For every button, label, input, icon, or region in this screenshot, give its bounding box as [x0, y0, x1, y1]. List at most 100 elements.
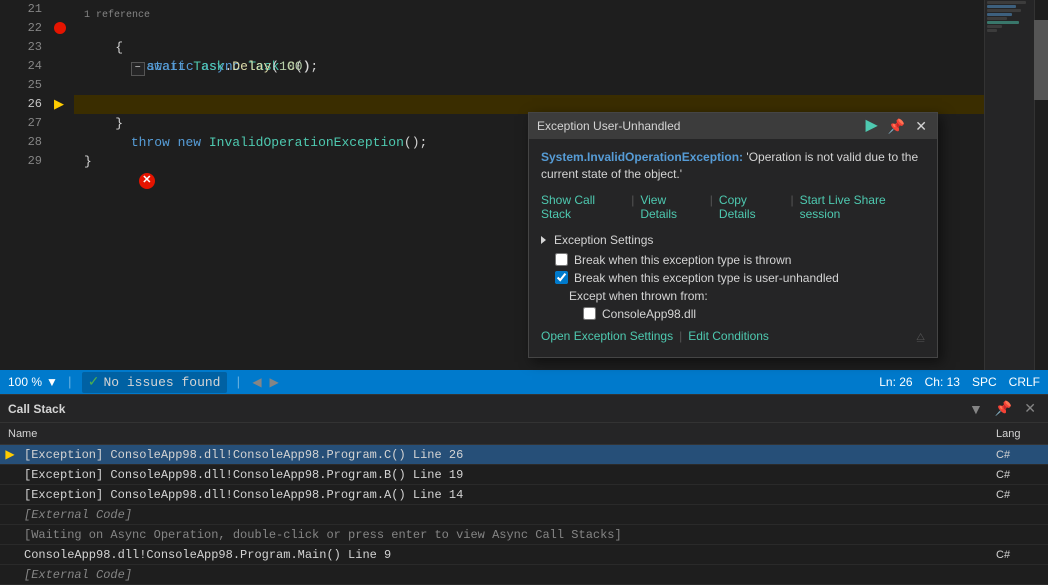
encoding-status: SPC	[972, 375, 997, 389]
line-num-26: 26	[0, 95, 42, 114]
line-num-22: 22	[0, 19, 42, 38]
line-num-28: 28	[0, 133, 42, 152]
popup-actions: ▶ 📌 ✕	[864, 118, 929, 134]
live-share-link[interactable]: Start Live Share session	[800, 193, 925, 221]
table-row[interactable]: ▶ [Exception] ConsoleApp98.dll!ConsoleAp…	[0, 445, 1048, 465]
status-bar: 100 % ▼ | ✓ No issues found | ◀ ▶ Ln: 26…	[0, 370, 1048, 394]
line-numbers: 21 22 23 24 25 26 27 28 29	[0, 0, 50, 370]
zoom-item[interactable]: 100 % ▼	[8, 375, 58, 389]
exception-links: Show Call Stack | View Details | Copy De…	[541, 193, 925, 221]
console-dll-label: ConsoleApp98.dll	[602, 307, 696, 321]
checkbox-row-1: Break when this exception type is thrown	[541, 253, 925, 267]
line-num-25: 25	[0, 76, 42, 95]
row-lang-2: C#	[988, 489, 1048, 501]
table-header: Name Lang	[0, 423, 1048, 445]
call-stack-panel: Call Stack ▼ 📌 ✕ Name Lang ▶ [Exception]…	[0, 394, 1048, 556]
nav-next[interactable]: ▶	[268, 375, 281, 390]
error-icon[interactable]: ✕	[139, 173, 155, 189]
bottom-links-left: Open Exception Settings | Edit Condition…	[541, 329, 769, 343]
status-sep2: |	[235, 375, 243, 390]
table-row[interactable]: ConsoleApp98.dll!ConsoleApp98.Program.Ma…	[0, 545, 1048, 565]
code-line-25	[74, 76, 1048, 95]
console-dll-checkbox[interactable]	[583, 307, 596, 320]
row-lang-1: C#	[988, 469, 1048, 481]
edit-conditions-link[interactable]: Edit Conditions	[688, 329, 769, 343]
line-num-23: 23	[0, 38, 42, 57]
table-row[interactable]: [Exception] ConsoleApp98.dll!ConsoleApp9…	[0, 485, 1048, 505]
popup-header: Exception User-Unhandled ▶ 📌 ✕	[529, 113, 937, 139]
code-line-24: await Task.Delay(100);	[74, 57, 1048, 76]
exception-type: System.InvalidOperationException:	[541, 150, 743, 164]
row-name-5: ConsoleApp98.dll!ConsoleApp98.Program.Ma…	[20, 548, 988, 562]
col-lang: Lang	[988, 428, 1048, 440]
break-on-thrown-label: Break when this exception type is thrown	[574, 253, 791, 267]
close-popup-button[interactable]: ✕	[913, 119, 929, 133]
sep3: |	[790, 193, 793, 221]
nav-arrows: ◀ ▶	[250, 375, 280, 390]
break-on-unhandled-checkbox[interactable]	[555, 271, 568, 284]
panel-close-btn[interactable]: ✕	[1020, 398, 1040, 419]
zoom-value: 100 %	[8, 375, 42, 389]
popup-title: Exception User-Unhandled	[537, 119, 680, 133]
line-ending-status: CRLF	[1009, 375, 1040, 389]
row-lang-5: C#	[988, 549, 1048, 561]
minimap	[984, 0, 1034, 370]
settings-title: Exception Settings	[554, 233, 653, 247]
break-on-thrown-checkbox[interactable]	[555, 253, 568, 266]
row-lang-0: C#	[988, 449, 1048, 461]
break-on-unhandled-label: Break when this exception type is user-u…	[574, 271, 839, 285]
row-name-2: [Exception] ConsoleApp98.dll!ConsoleApp9…	[20, 488, 988, 502]
exception-popup: Exception User-Unhandled ▶ 📌 ✕ System.In…	[528, 112, 938, 358]
ref-hint: 1 reference	[84, 6, 150, 25]
ln-status: Ln: 26	[879, 375, 912, 389]
copy-details-link[interactable]: Copy Details	[719, 193, 785, 221]
sep2: |	[710, 193, 713, 221]
panel-down-btn[interactable]: ▼	[965, 399, 987, 419]
nav-prev[interactable]: ◀	[250, 375, 263, 390]
row-name-4: [Waiting on Async Operation, double-clic…	[20, 528, 988, 542]
no-issues-item[interactable]: ✓ No issues found	[82, 372, 227, 393]
code-line-22: 1 reference −static async Task C()	[74, 19, 1048, 38]
breakpoint-dot[interactable]	[54, 22, 66, 34]
row-name-0: [Exception] ConsoleApp98.dll!ConsoleApp9…	[20, 448, 988, 462]
panel-header: Call Stack ▼ 📌 ✕	[0, 395, 1048, 423]
line-num-29: 29	[0, 152, 42, 171]
scroll-map[interactable]	[1034, 0, 1048, 370]
zoom-arrow: ▼	[46, 375, 58, 389]
execution-arrow: ▶	[54, 95, 64, 114]
check-icon: ✓	[88, 374, 100, 391]
view-details-link[interactable]: View Details	[640, 193, 703, 221]
table-row[interactable]: [Exception] ConsoleApp98.dll!ConsoleApp9…	[0, 465, 1048, 485]
panel-actions: ▼ 📌 ✕	[965, 398, 1040, 419]
code-line-21	[74, 0, 1048, 19]
panel-pin-btn[interactable]: 📌	[991, 398, 1016, 419]
popup-body: System.InvalidOperationException: 'Opera…	[529, 139, 937, 357]
open-exception-settings-link[interactable]: Open Exception Settings	[541, 329, 673, 343]
run-button[interactable]: ▶	[864, 118, 880, 134]
console-dll-row: ConsoleApp98.dll	[541, 307, 925, 321]
line-num-24: 24	[0, 57, 42, 76]
editor-area: 21 22 23 24 25 26 27 28 29 ▶ 1 reference…	[0, 0, 1048, 370]
line-num-27: 27	[0, 114, 42, 133]
status-sep1: |	[66, 375, 74, 390]
sep1: |	[631, 193, 634, 221]
table-row[interactable]: [External Code]	[0, 505, 1048, 525]
bottom-links: Open Exception Settings | Edit Condition…	[541, 329, 925, 347]
settings-section: Exception Settings Break when this excep…	[541, 233, 925, 347]
sep4: |	[679, 329, 682, 343]
row-name-1: [Exception] ConsoleApp98.dll!ConsoleApp9…	[20, 468, 988, 482]
table-row[interactable]: [Waiting on Async Operation, double-clic…	[0, 525, 1048, 545]
scroll-indicator[interactable]	[1034, 20, 1048, 100]
resize-handle[interactable]: ⧋	[916, 332, 925, 343]
pin-button[interactable]: 📌	[886, 119, 907, 133]
no-issues-text: No issues found	[103, 375, 220, 390]
exception-message: System.InvalidOperationException: 'Opera…	[541, 149, 925, 183]
code-line-23: {	[74, 38, 1048, 57]
col-name: Name	[0, 428, 988, 440]
checkbox-row-2: Break when this exception type is user-u…	[541, 271, 925, 285]
table-row[interactable]: [External Code]	[0, 565, 1048, 585]
show-call-stack-link[interactable]: Show Call Stack	[541, 193, 625, 221]
line-num-21: 21	[0, 0, 42, 19]
except-when-label: Except when thrown from:	[541, 289, 925, 303]
panel-title: Call Stack	[8, 402, 65, 416]
